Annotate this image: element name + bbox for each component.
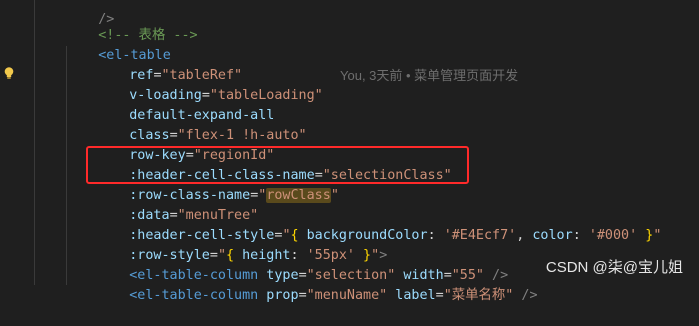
git-blame-annotation[interactable]: You, 3天前 • 菜单管理页面开发 (340, 66, 518, 86)
attr-value: "菜单名称" (443, 288, 514, 303)
comment-close: --> (173, 28, 198, 43)
lightbulb-icon[interactable] (2, 66, 16, 80)
tag-name: <el-table-column (129, 288, 259, 303)
attr-name: prop (258, 288, 299, 303)
colon: : (427, 228, 444, 243)
separator: , (516, 228, 533, 243)
quote: " (653, 228, 662, 243)
code-line: default-expand-all (97, 86, 274, 123)
code-line: <el-table-column prop="menuName" label="… (97, 266, 537, 303)
code-editor[interactable]: /> <!-- 表格 --> <el-table ref="tableRef" … (0, 0, 699, 303)
brace-close: } (637, 228, 654, 243)
colon: : (572, 228, 589, 243)
attr-eq: = (298, 288, 307, 303)
object-value: '#E4Ecf7' (443, 228, 517, 243)
code-line: <el-table-column type="selection" width=… (97, 246, 508, 283)
object-value: '#000' (588, 228, 638, 243)
attr-value: "menuName" (306, 288, 388, 303)
selected-word-highlight[interactable]: rowClass (266, 188, 331, 203)
annotation-highlight-box (86, 146, 469, 184)
code-line: class="flex-1 !h-auto" (97, 106, 306, 143)
code-line: ref="tableRef" (97, 46, 242, 83)
code-line: row-key="regionId" (97, 126, 274, 163)
object-key: color (532, 228, 573, 243)
code-comment-line: <!-- 表格 --> (66, 6, 197, 43)
tag-end: /> (513, 288, 538, 303)
code-line: :header-cell-style="{ backgroundColor: '… (97, 206, 661, 243)
code-line: :row-style="{ height: '55px' }"> (97, 226, 387, 263)
code-line: v-loading="tableLoading" (97, 66, 323, 103)
quote: " (330, 188, 339, 203)
code-line: :data="menuTree" (97, 186, 258, 223)
attr-name: label (387, 288, 436, 303)
attr-eq: = (435, 288, 444, 303)
watermark: CSDN @柒@宝儿姐 (545, 259, 683, 276)
indent-guide (34, 0, 35, 285)
code-line: <el-table (66, 26, 171, 63)
